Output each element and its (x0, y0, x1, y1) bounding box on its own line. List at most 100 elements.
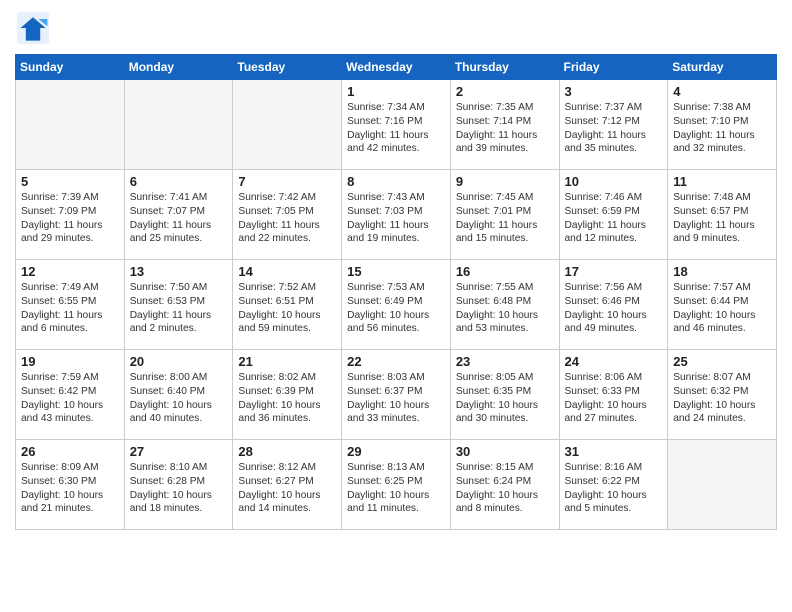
calendar-cell: 8 Sunrise: 7:43 AM Sunset: 7:03 PM Daylig… (342, 170, 451, 260)
day-number: 21 (238, 354, 336, 369)
header-sunday: Sunday (16, 55, 125, 80)
calendar-week-1: 1 Sunrise: 7:34 AM Sunset: 7:16 PM Daylig… (16, 80, 777, 170)
calendar-week-5: 26 Sunrise: 8:09 AM Sunset: 6:30 PM Dayli… (16, 440, 777, 530)
header-wednesday: Wednesday (342, 55, 451, 80)
day-number: 26 (21, 444, 119, 459)
calendar-cell: 24 Sunrise: 8:06 AM Sunset: 6:33 PM Dayli… (559, 350, 668, 440)
page-header (15, 10, 777, 46)
day-number: 5 (21, 174, 119, 189)
day-info: Sunrise: 8:16 AM Sunset: 6:22 PM Dayligh… (565, 461, 663, 516)
calendar-cell: 31Sunrise: 8:16 AM Sunset: 6:22 PM Dayli… (559, 440, 668, 530)
day-info: Sunrise: 8:13 AM Sunset: 6:25 PM Dayligh… (347, 461, 445, 516)
day-number: 9 (456, 174, 554, 189)
day-number: 25 (673, 354, 771, 369)
day-info: Sunrise: 7:50 AM Sunset: 6:53 PM Dayligh… (130, 281, 228, 336)
calendar-cell: 19Sunrise: 7:59 AM Sunset: 6:42 PM Dayli… (16, 350, 125, 440)
day-info: Sunrise: 7:53 AM Sunset: 6:49 PM Dayligh… (347, 281, 445, 336)
day-info: Sunrise: 8:06 AM Sunset: 6:33 PM Dayligh… (565, 371, 663, 426)
day-info: Sunrise: 8:10 AM Sunset: 6:28 PM Dayligh… (130, 461, 228, 516)
header-thursday: Thursday (450, 55, 559, 80)
day-info: Sunrise: 7:46 AM Sunset: 6:59 PM Dayligh… (565, 191, 663, 246)
day-info: Sunrise: 8:02 AM Sunset: 6:39 PM Dayligh… (238, 371, 336, 426)
calendar-cell: 12Sunrise: 7:49 AM Sunset: 6:55 PM Dayli… (16, 260, 125, 350)
header-saturday: Saturday (668, 55, 777, 80)
day-info: Sunrise: 8:12 AM Sunset: 6:27 PM Dayligh… (238, 461, 336, 516)
calendar-table: SundayMondayTuesdayWednesdayThursdayFrid… (15, 54, 777, 530)
calendar-cell: 29 Sunrise: 8:13 AM Sunset: 6:25 PM Dayli… (342, 440, 451, 530)
calendar-cell: 21 Sunrise: 8:02 AM Sunset: 6:39 PM Dayli… (233, 350, 342, 440)
day-info: Sunrise: 7:39 AM Sunset: 7:09 PM Dayligh… (21, 191, 119, 246)
calendar-cell (16, 80, 125, 170)
header-friday: Friday (559, 55, 668, 80)
header-monday: Monday (124, 55, 233, 80)
calendar-week-2: 5 Sunrise: 7:39 AM Sunset: 7:09 PM Daylig… (16, 170, 777, 260)
calendar-cell (668, 440, 777, 530)
calendar-cell: 18Sunrise: 7:57 AM Sunset: 6:44 PM Dayli… (668, 260, 777, 350)
day-info: Sunrise: 7:55 AM Sunset: 6:48 PM Dayligh… (456, 281, 554, 336)
calendar-cell: 27 Sunrise: 8:10 AM Sunset: 6:28 PM Dayli… (124, 440, 233, 530)
calendar-cell: 26 Sunrise: 8:09 AM Sunset: 6:30 PM Dayli… (16, 440, 125, 530)
day-number: 15 (347, 264, 445, 279)
day-info: Sunrise: 8:09 AM Sunset: 6:30 PM Dayligh… (21, 461, 119, 516)
day-number: 29 (347, 444, 445, 459)
day-info: Sunrise: 7:59 AM Sunset: 6:42 PM Dayligh… (21, 371, 119, 426)
day-number: 3 (565, 84, 663, 99)
day-info: Sunrise: 7:42 AM Sunset: 7:05 PM Dayligh… (238, 191, 336, 246)
day-info: Sunrise: 8:15 AM Sunset: 6:24 PM Dayligh… (456, 461, 554, 516)
calendar-cell: 1 Sunrise: 7:34 AM Sunset: 7:16 PM Daylig… (342, 80, 451, 170)
day-info: Sunrise: 7:38 AM Sunset: 7:10 PM Dayligh… (673, 101, 771, 156)
day-number: 27 (130, 444, 228, 459)
day-info: Sunrise: 8:07 AM Sunset: 6:32 PM Dayligh… (673, 371, 771, 426)
calendar-cell: 23 Sunrise: 8:05 AM Sunset: 6:35 PM Dayli… (450, 350, 559, 440)
day-info: Sunrise: 7:37 AM Sunset: 7:12 PM Dayligh… (565, 101, 663, 156)
logo (15, 10, 55, 46)
day-number: 23 (456, 354, 554, 369)
calendar-cell (124, 80, 233, 170)
day-number: 16 (456, 264, 554, 279)
calendar-cell: 30 Sunrise: 8:15 AM Sunset: 6:24 PM Dayli… (450, 440, 559, 530)
calendar-cell: 15 Sunrise: 7:53 AM Sunset: 6:49 PM Dayli… (342, 260, 451, 350)
calendar-week-4: 19Sunrise: 7:59 AM Sunset: 6:42 PM Dayli… (16, 350, 777, 440)
day-info: Sunrise: 7:45 AM Sunset: 7:01 PM Dayligh… (456, 191, 554, 246)
calendar-cell (233, 80, 342, 170)
calendar-cell: 5 Sunrise: 7:39 AM Sunset: 7:09 PM Daylig… (16, 170, 125, 260)
day-number: 1 (347, 84, 445, 99)
day-number: 24 (565, 354, 663, 369)
day-info: Sunrise: 7:35 AM Sunset: 7:14 PM Dayligh… (456, 101, 554, 156)
calendar-cell: 14Sunrise: 7:52 AM Sunset: 6:51 PM Dayli… (233, 260, 342, 350)
day-number: 18 (673, 264, 771, 279)
day-info: Sunrise: 7:43 AM Sunset: 7:03 PM Dayligh… (347, 191, 445, 246)
calendar-cell: 22 Sunrise: 8:03 AM Sunset: 6:37 PM Dayli… (342, 350, 451, 440)
calendar-header-row: SundayMondayTuesdayWednesdayThursdayFrid… (16, 55, 777, 80)
calendar-cell: 9 Sunrise: 7:45 AM Sunset: 7:01 PM Daylig… (450, 170, 559, 260)
calendar-cell: 20Sunrise: 8:00 AM Sunset: 6:40 PM Dayli… (124, 350, 233, 440)
calendar-cell: 28 Sunrise: 8:12 AM Sunset: 6:27 PM Dayli… (233, 440, 342, 530)
day-number: 7 (238, 174, 336, 189)
day-number: 28 (238, 444, 336, 459)
day-info: Sunrise: 7:34 AM Sunset: 7:16 PM Dayligh… (347, 101, 445, 156)
day-info: Sunrise: 7:48 AM Sunset: 6:57 PM Dayligh… (673, 191, 771, 246)
calendar-cell: 16 Sunrise: 7:55 AM Sunset: 6:48 PM Dayli… (450, 260, 559, 350)
calendar-cell: 25 Sunrise: 8:07 AM Sunset: 6:32 PM Dayli… (668, 350, 777, 440)
day-number: 22 (347, 354, 445, 369)
calendar-cell: 6Sunrise: 7:41 AM Sunset: 7:07 PM Daylig… (124, 170, 233, 260)
calendar-cell: 3 Sunrise: 7:37 AM Sunset: 7:12 PM Daylig… (559, 80, 668, 170)
day-number: 8 (347, 174, 445, 189)
day-number: 30 (456, 444, 554, 459)
day-number: 17 (565, 264, 663, 279)
day-info: Sunrise: 8:03 AM Sunset: 6:37 PM Dayligh… (347, 371, 445, 426)
day-info: Sunrise: 8:05 AM Sunset: 6:35 PM Dayligh… (456, 371, 554, 426)
day-info: Sunrise: 7:49 AM Sunset: 6:55 PM Dayligh… (21, 281, 119, 336)
day-number: 2 (456, 84, 554, 99)
calendar-cell: 7 Sunrise: 7:42 AM Sunset: 7:05 PM Daylig… (233, 170, 342, 260)
logo-icon (15, 10, 51, 46)
calendar-cell: 10Sunrise: 7:46 AM Sunset: 6:59 PM Dayli… (559, 170, 668, 260)
calendar-cell: 2 Sunrise: 7:35 AM Sunset: 7:14 PM Daylig… (450, 80, 559, 170)
day-info: Sunrise: 7:56 AM Sunset: 6:46 PM Dayligh… (565, 281, 663, 336)
calendar-cell: 4Sunrise: 7:38 AM Sunset: 7:10 PM Daylig… (668, 80, 777, 170)
day-info: Sunrise: 7:52 AM Sunset: 6:51 PM Dayligh… (238, 281, 336, 336)
calendar-cell: 11Sunrise: 7:48 AM Sunset: 6:57 PM Dayli… (668, 170, 777, 260)
day-info: Sunrise: 7:41 AM Sunset: 7:07 PM Dayligh… (130, 191, 228, 246)
calendar-cell: 13Sunrise: 7:50 AM Sunset: 6:53 PM Dayli… (124, 260, 233, 350)
header-tuesday: Tuesday (233, 55, 342, 80)
